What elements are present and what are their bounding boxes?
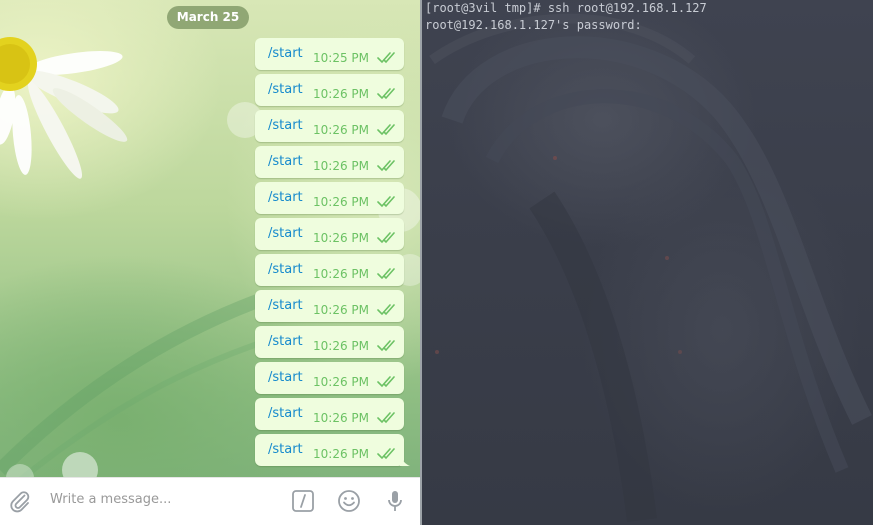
bot-command-link[interactable]: /start xyxy=(268,334,303,349)
double-check-icon xyxy=(377,340,395,352)
bot-command-link[interactable]: /start xyxy=(268,154,303,169)
message-time: 10:26 PM xyxy=(313,231,369,245)
double-check-icon xyxy=(377,196,395,208)
message-time: 10:26 PM xyxy=(313,375,369,389)
message-bubble[interactable]: /start 10:25 PM xyxy=(255,38,404,70)
double-check-icon xyxy=(377,124,395,136)
message-bubble[interactable]: /start 10:26 PM xyxy=(255,362,404,394)
bot-command-link[interactable]: /start xyxy=(268,262,303,277)
message-bubble[interactable]: /start 10:26 PM xyxy=(255,74,404,106)
desktop: March 25 /start 10:25 PM/start 10:26 PM/st… xyxy=(0,0,873,525)
bot-command-link[interactable]: /start xyxy=(268,226,303,241)
message-time: 10:26 PM xyxy=(313,159,369,173)
emoji-icon[interactable] xyxy=(337,489,361,513)
bot-command-link[interactable]: /start xyxy=(268,406,303,421)
message-bubble[interactable]: /start 10:26 PM xyxy=(255,290,404,322)
message-time: 10:26 PM xyxy=(313,447,369,461)
paperclip-icon[interactable] xyxy=(8,489,32,513)
message-bubble[interactable]: /start 10:26 PM xyxy=(255,254,404,286)
message-composer: Write a message... xyxy=(0,477,420,525)
double-check-icon xyxy=(377,232,395,244)
date-separator: March 25 xyxy=(167,6,249,29)
message-bubble[interactable]: /start 10:26 PM xyxy=(255,398,404,430)
message-time: 10:26 PM xyxy=(313,195,369,209)
double-check-icon xyxy=(377,160,395,172)
bot-command-link[interactable]: /start xyxy=(268,82,303,97)
bot-command-link[interactable]: /start xyxy=(268,298,303,313)
message-bubble[interactable]: /start 10:26 PM xyxy=(255,434,404,466)
message-time: 10:26 PM xyxy=(313,87,369,101)
message-bubble[interactable]: /start 10:26 PM xyxy=(255,182,404,214)
message-time: 10:26 PM xyxy=(313,267,369,281)
bubble-tail xyxy=(400,456,410,466)
double-check-icon xyxy=(377,88,395,100)
terminal-wallpaper xyxy=(429,13,872,522)
bot-command-link[interactable]: /start xyxy=(268,190,303,205)
bot-command-link[interactable]: /start xyxy=(268,370,303,385)
message-time: 10:25 PM xyxy=(313,51,369,65)
message-bubble[interactable]: /start 10:26 PM xyxy=(255,218,404,250)
message-time: 10:26 PM xyxy=(313,339,369,353)
double-check-icon xyxy=(377,448,395,460)
telegram-chat-pane: March 25 /start 10:25 PM/start 10:26 PM/st… xyxy=(0,0,420,525)
double-check-icon xyxy=(377,304,395,316)
message-bubble[interactable]: /start 10:26 PM xyxy=(255,110,404,142)
message-input[interactable]: Write a message... xyxy=(50,492,171,507)
message-time: 10:26 PM xyxy=(313,411,369,425)
terminal-line-password-prompt: root@192.168.1.127's password: xyxy=(425,18,642,32)
bot-command-link[interactable]: /start xyxy=(268,46,303,61)
double-check-icon xyxy=(377,376,395,388)
microphone-icon[interactable] xyxy=(383,489,407,513)
terminal-pane[interactable]: [root@3vil tmp]# ssh root@192.168.1.127 … xyxy=(422,0,873,525)
bot-command-link[interactable]: /start xyxy=(268,118,303,133)
double-check-icon xyxy=(377,52,395,64)
bot-command-link[interactable]: /start xyxy=(268,442,303,457)
bot-command-icon[interactable] xyxy=(291,489,315,513)
message-bubble[interactable]: /start 10:26 PM xyxy=(255,146,404,178)
message-time: 10:26 PM xyxy=(313,123,369,137)
double-check-icon xyxy=(377,268,395,280)
terminal-line-command: [root@3vil tmp]# ssh root@192.168.1.127 xyxy=(425,1,707,15)
message-list[interactable]: /start 10:25 PM/start 10:26 PM/start 10:26 … xyxy=(255,38,405,470)
message-time: 10:26 PM xyxy=(313,303,369,317)
message-bubble[interactable]: /start 10:26 PM xyxy=(255,326,404,358)
double-check-icon xyxy=(377,412,395,424)
